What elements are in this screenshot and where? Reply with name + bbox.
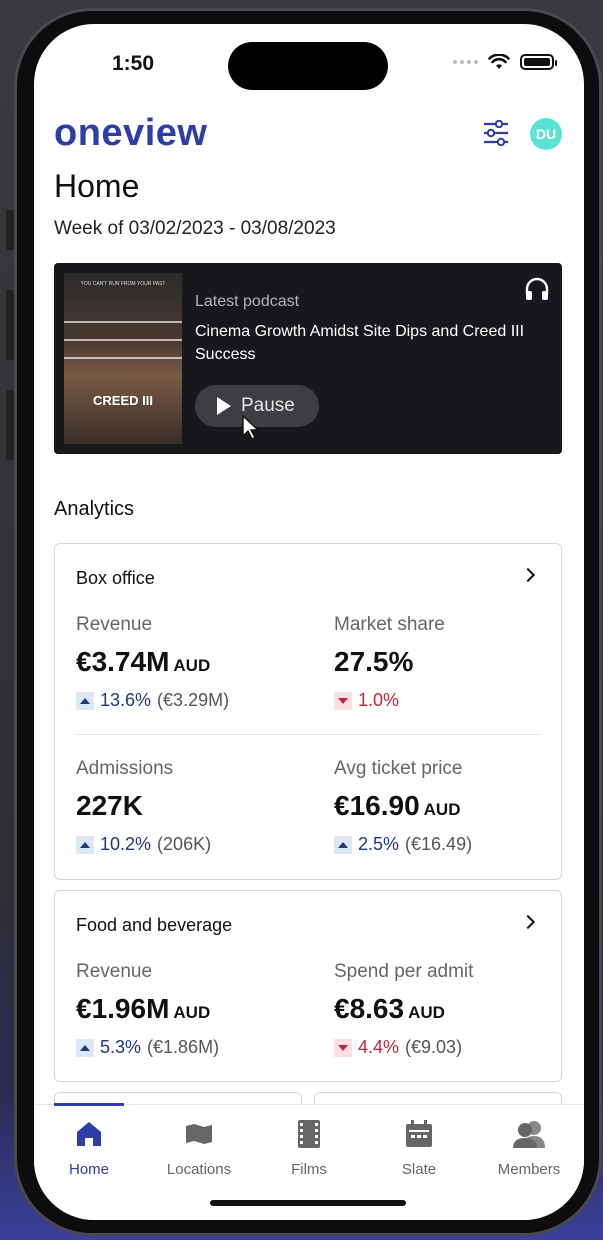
- poster-rope: [64, 357, 182, 359]
- metric-value: €3.74M AUD: [76, 646, 211, 677]
- metric-value: 227K: [76, 790, 143, 821]
- chevron-right-icon[interactable]: [520, 567, 536, 583]
- poster-rope: [64, 339, 182, 341]
- map-icon: [186, 1124, 212, 1144]
- home-icon: [77, 1122, 101, 1146]
- page-title: Home: [54, 168, 140, 204]
- active-tab-indicator: [54, 1103, 124, 1106]
- trend-up-icon: [76, 835, 94, 854]
- dynamic-island: [228, 42, 388, 90]
- box-office-admissions: Admissions 227K 10.2% (206K): [76, 758, 211, 855]
- headphones-icon: [525, 277, 549, 300]
- poster-rope: [64, 321, 182, 323]
- trend-up-icon: [76, 1038, 94, 1057]
- status-icons: [453, 54, 557, 70]
- tab-members[interactable]: Members: [474, 1117, 584, 1178]
- tab-label: Home: [68, 1161, 109, 1178]
- fnb-spend-per-admit: Spend per admit €8.63 AUD 4.4% (€9.03): [334, 961, 473, 1058]
- tab-label: Locations: [166, 1161, 232, 1178]
- calendar-icon: [406, 1120, 432, 1147]
- members-icon: [513, 1121, 545, 1148]
- signal-icon: [453, 60, 478, 64]
- metric-change: 5.3% (€1.86M): [76, 1037, 219, 1058]
- tab-locations[interactable]: Locations: [144, 1117, 254, 1178]
- user-avatar[interactable]: DU: [530, 118, 562, 150]
- metric-label: Spend per admit: [334, 961, 474, 982]
- tab-label: Slate: [401, 1161, 437, 1178]
- film-icon: [298, 1120, 320, 1148]
- podcast-card[interactable]: YOU CAN'T RUN FROM YOUR PAST CREED III L…: [54, 263, 562, 454]
- pause-button-label: Pause: [241, 395, 295, 416]
- chevron-right-icon[interactable]: [520, 914, 536, 930]
- metric-change: 13.6% (€3.29M): [76, 690, 229, 711]
- metric-value: €1.96M AUD: [76, 993, 211, 1024]
- metric-label: Avg ticket price: [334, 758, 463, 779]
- play-icon: [217, 397, 231, 415]
- trend-down-icon: [334, 1038, 352, 1057]
- box-office-avg-ticket-price: Avg ticket price €16.90 AUD 2.5% (€16.49): [334, 758, 472, 855]
- metric-label: Admissions: [76, 758, 174, 779]
- metric-label: Revenue: [76, 961, 153, 982]
- food-beverage-title: Food and beverage: [76, 915, 233, 935]
- metric-value: €16.90 AUD: [334, 790, 461, 821]
- metric-unit: AUD: [173, 656, 211, 675]
- poster-title: CREED III: [93, 393, 153, 408]
- tab-films[interactable]: Films: [254, 1117, 364, 1178]
- volume-up-button: [6, 290, 14, 360]
- metric-unit: AUD: [408, 1003, 445, 1022]
- tab-label: Films: [291, 1161, 327, 1178]
- fnb-revenue: Revenue €1.96M AUD 5.3% (€1.86M): [76, 961, 219, 1058]
- poster-tagline: YOU CAN'T RUN FROM YOUR PAST: [80, 281, 166, 287]
- app-screen: 1:50 oneview DU Home Week of 03/02/2023 …: [34, 24, 584, 1220]
- food-beverage-card[interactable]: Food and beverage Revenue €1.96M AUD 5.3%…: [54, 890, 562, 1082]
- wifi-icon: [488, 54, 510, 69]
- status-time: 1:50: [112, 52, 155, 75]
- filter-settings-icon[interactable]: [482, 120, 510, 146]
- oneview-logo: oneview: [54, 112, 208, 154]
- podcast-label: Latest podcast: [195, 293, 300, 310]
- metric-unit: AUD: [423, 800, 461, 819]
- box-office-market-share: Market share 27.5% 1.0%: [334, 614, 445, 711]
- tab-label: Members: [497, 1161, 561, 1178]
- metric-change: 1.0%: [334, 690, 445, 711]
- metric-value: 27.5%: [334, 646, 414, 677]
- week-range: Week of 03/02/2023 - 03/08/2023: [54, 218, 336, 239]
- box-office-title: Box office: [76, 568, 155, 588]
- box-office-card[interactable]: Box office Revenue €3.74M AUD 13.6% (€3.2…: [54, 543, 562, 880]
- trend-down-icon: [334, 691, 352, 710]
- trend-up-icon: [334, 835, 352, 854]
- metric-unit: AUD: [173, 1003, 211, 1022]
- box-office-revenue: Revenue €3.74M AUD 13.6% (€3.29M): [76, 614, 229, 711]
- metric-change: 4.4% (€9.03): [334, 1037, 473, 1058]
- podcast-poster-image: YOU CAN'T RUN FROM YOUR PAST CREED III: [64, 273, 182, 444]
- podcast-title: Cinema Growth Amidst Site Dips and Creed…: [195, 323, 525, 363]
- metric-label: Market share: [334, 614, 445, 635]
- analytics-heading: Analytics: [54, 498, 135, 520]
- trend-up-icon: [76, 691, 94, 710]
- tab-slate[interactable]: Slate: [364, 1117, 474, 1178]
- metric-change: 2.5% (€16.49): [334, 834, 472, 855]
- metric-change: 10.2% (206K): [76, 834, 211, 855]
- metric-value: €8.63 AUD: [334, 993, 445, 1024]
- tab-home[interactable]: Home: [34, 1117, 144, 1178]
- metric-label: Revenue: [76, 614, 153, 635]
- mouse-cursor-icon: [242, 415, 260, 440]
- card-divider: [76, 734, 540, 735]
- mute-switch: [6, 210, 14, 250]
- home-indicator: [210, 1200, 406, 1206]
- battery-icon: [520, 54, 557, 70]
- volume-down-button: [6, 390, 14, 460]
